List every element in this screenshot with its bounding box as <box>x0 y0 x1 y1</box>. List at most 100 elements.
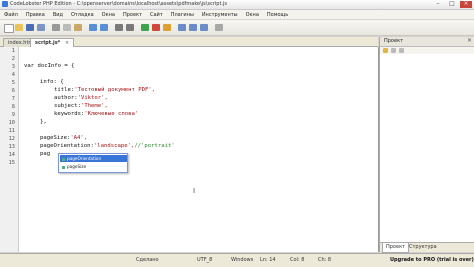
copy-icon[interactable] <box>63 24 71 31</box>
step-out-icon[interactable] <box>200 24 208 31</box>
editor-tab-bar: index.html script.js* × <box>0 37 378 47</box>
menu-windows[interactable]: Окна <box>102 12 115 18</box>
toolbar <box>0 20 474 36</box>
code-line-5: info: { <box>40 79 64 85</box>
column-indicator: Col: 8 <box>290 257 305 263</box>
properties-icon[interactable] <box>399 48 404 53</box>
autocomplete-label: pageOrientation <box>67 156 102 161</box>
save-icon[interactable] <box>26 24 34 31</box>
menu-debug[interactable]: Отладка <box>71 12 94 18</box>
debug-icon[interactable] <box>163 24 171 31</box>
line-ending-indicator[interactable]: Windows <box>231 257 253 263</box>
tab-label: script.js* <box>35 40 61 46</box>
line-number: 12 <box>8 136 15 142</box>
code-line-13: pageOrientation:'landscape',//'portrait' <box>40 143 175 149</box>
menu-plugins[interactable]: Плагины <box>171 12 194 18</box>
undo-icon[interactable] <box>89 24 97 31</box>
code-line-6: title:'Тестовый документ PDF', <box>54 87 155 93</box>
panel-title: Проект <box>384 38 404 44</box>
code-key: keywords: <box>54 111 85 117</box>
autocomplete-item[interactable]: pageSize <box>60 163 127 170</box>
title-bar: CodeLobster PHP Edition - C:\openserver\… <box>0 0 474 10</box>
open-folder-icon[interactable] <box>15 24 23 31</box>
code-line-9: keywords:'Ключевые слова' <box>54 111 138 117</box>
code-key: title: <box>54 87 75 93</box>
code-line-12: pageSize:'A4', <box>40 135 87 141</box>
line-number: 5 <box>11 80 15 86</box>
tab-project[interactable]: Проект <box>382 243 410 253</box>
app-logo-icon <box>2 1 8 7</box>
menu-project[interactable]: Проект <box>123 12 142 18</box>
line-number: 13 <box>8 144 15 150</box>
code-string: 'Theme', <box>80 103 108 109</box>
step-over-icon[interactable] <box>178 24 186 31</box>
window-title: CodeLobster PHP Edition - C:\openserver\… <box>10 1 227 7</box>
menu-help[interactable]: Помощь <box>267 12 288 18</box>
menu-windows-2[interactable]: Окна <box>246 12 259 18</box>
code-string: 'landscape', <box>93 143 135 149</box>
menu-file[interactable]: Файл <box>4 12 18 18</box>
menu-tools[interactable]: Инструменты <box>202 12 238 18</box>
autocomplete-popup[interactable]: pageOrientation pageSize <box>58 153 128 173</box>
step-into-icon[interactable] <box>189 24 197 31</box>
panel-tabs: Проект Структура <box>380 242 474 253</box>
panel-close-icon[interactable]: × <box>467 37 472 44</box>
refresh-icon[interactable] <box>391 48 396 53</box>
window-controls: – □ × <box>432 1 472 8</box>
settings-icon[interactable] <box>215 24 223 31</box>
code-string: 'A4', <box>70 135 88 141</box>
stop-icon[interactable] <box>152 24 160 31</box>
line-indicator: Ln: 14 <box>260 257 276 263</box>
code-editor[interactable]: 1 2 3 4 5 6 7 8 9 10 11 12 13 14 15 var … <box>0 47 379 252</box>
folder-icon[interactable] <box>383 48 388 53</box>
line-number: 3 <box>11 64 15 70</box>
code-line-14: pag <box>40 151 51 157</box>
line-number: 6 <box>11 88 15 94</box>
code-comment: //'portrait' <box>134 143 175 149</box>
property-icon <box>62 165 65 169</box>
menu-site[interactable]: Сайт <box>150 12 163 18</box>
cut-icon[interactable] <box>52 24 60 31</box>
code-line-10: }, <box>40 119 47 125</box>
line-number: 15 <box>8 160 15 166</box>
line-number-gutter: 1 2 3 4 5 6 7 8 9 10 11 12 13 14 15 <box>0 47 19 252</box>
text-cursor-icon: I <box>193 187 196 195</box>
replace-icon[interactable] <box>126 24 134 31</box>
close-button[interactable]: × <box>460 1 472 8</box>
search-icon[interactable] <box>115 24 123 31</box>
code-key: subject: <box>54 103 81 109</box>
status-bar: Сделано UTF_8 Windows Ln: 14 Col: 8 Ch: … <box>0 253 474 267</box>
redo-icon[interactable] <box>100 24 108 31</box>
code-key: author: <box>54 95 78 101</box>
menu-bar: Файл Правка Вид Отладка Окна Проект Сайт… <box>0 10 474 19</box>
tab-structure[interactable]: Структура <box>406 243 440 252</box>
tab-script-js[interactable]: script.js* × <box>30 38 75 47</box>
autocomplete-item[interactable]: pageOrientation <box>60 155 127 162</box>
minimize-button[interactable]: – <box>432 1 444 8</box>
panel-header: Проект × <box>380 37 474 47</box>
code-string: 'Тестовый документ PDF', <box>74 87 156 93</box>
paste-icon[interactable] <box>74 24 82 31</box>
new-file-icon[interactable] <box>4 24 14 33</box>
menu-edit[interactable]: Правка <box>26 12 45 18</box>
code-line-8: subject:'Theme', <box>54 103 108 109</box>
line-number: 14 <box>8 152 15 158</box>
code-line-7: author:'Viktor', <box>54 95 108 101</box>
encoding-indicator[interactable]: UTF_8 <box>197 257 212 263</box>
project-panel: Проект × Проект Структура <box>379 37 474 253</box>
line-number: 9 <box>11 112 15 118</box>
tab-close-icon[interactable]: × <box>65 40 69 46</box>
line-number: 7 <box>11 96 15 102</box>
menu-view[interactable]: Вид <box>53 12 63 18</box>
save-all-icon[interactable] <box>37 24 45 31</box>
status-message: Сделано <box>136 257 159 263</box>
code-line-3: var docInfo = { <box>24 63 75 69</box>
property-icon <box>62 157 65 161</box>
code-string: 'Viktor', <box>77 95 108 101</box>
run-icon[interactable] <box>141 24 149 31</box>
line-number: 2 <box>11 56 15 62</box>
maximize-button[interactable]: □ <box>446 1 458 8</box>
line-number: 1 <box>11 48 15 54</box>
line-number: 8 <box>11 104 15 110</box>
upgrade-link[interactable]: Upgrade to PRO (trial is over) <box>390 257 474 263</box>
